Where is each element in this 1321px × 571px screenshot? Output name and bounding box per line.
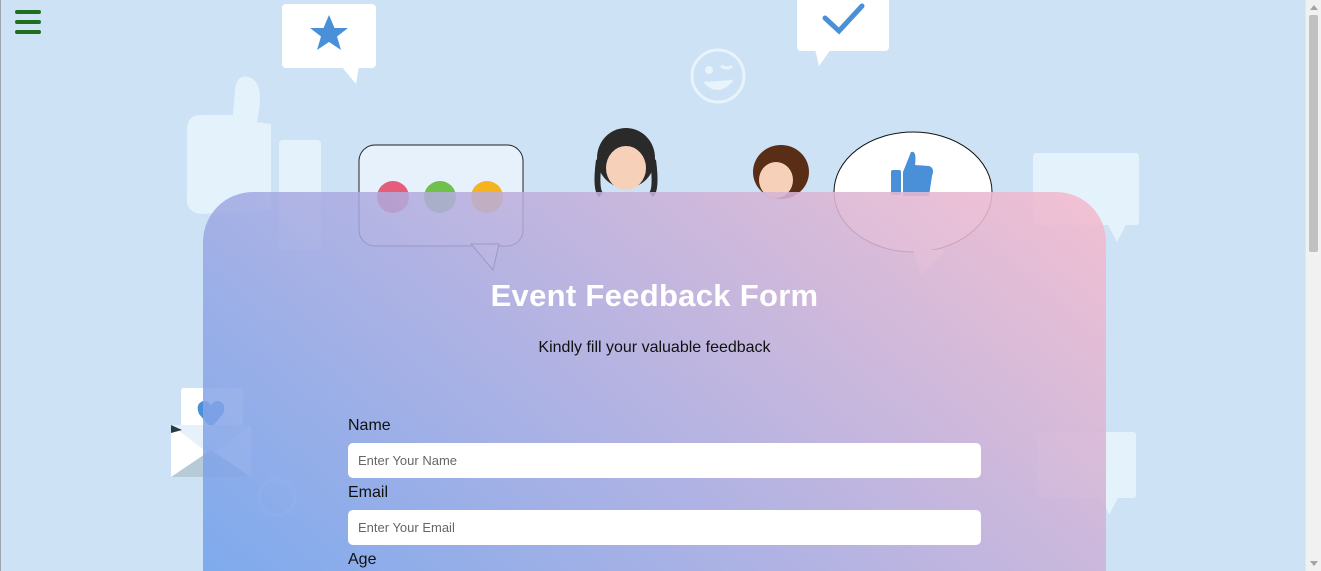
scroll-up-arrow-icon[interactable] (1310, 5, 1318, 10)
check-bubble (797, 0, 889, 66)
email-input[interactable] (348, 510, 981, 545)
scrollbar-thumb[interactable] (1309, 15, 1318, 252)
feedback-form-card: Event Feedback Form Kindly fill your val… (203, 192, 1106, 571)
age-label: Age (348, 551, 377, 568)
person-figure (594, 128, 658, 198)
person-figure (753, 145, 809, 199)
vertical-scrollbar[interactable] (1305, 0, 1321, 571)
form-subtitle: Kindly fill your valuable feedback (538, 339, 771, 356)
form-title: Event Feedback Form (490, 278, 819, 313)
name-label: Name (348, 417, 391, 434)
name-input[interactable] (348, 443, 981, 478)
star-bubble (282, 4, 376, 84)
menu-bar (15, 20, 41, 24)
hamburger-menu-icon[interactable] (15, 10, 43, 34)
smiley-icon (690, 48, 746, 104)
scroll-down-arrow-icon[interactable] (1310, 561, 1318, 566)
menu-bar (15, 30, 41, 34)
email-label: Email (348, 484, 389, 501)
menu-bar (15, 10, 41, 14)
